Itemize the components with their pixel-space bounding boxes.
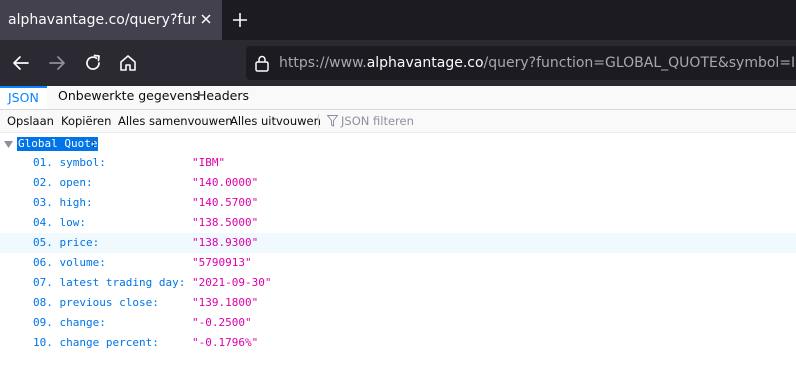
json-row[interactable]: 08. previous close: "139.1800" (0, 293, 796, 313)
json-row[interactable]: 07. latest trading day: "2021-09-30" (0, 273, 796, 293)
json-value: "-0.1796%" (192, 336, 259, 349)
json-key: 01. symbol: (33, 156, 106, 169)
tree-root-row[interactable]: Global Quote : (0, 136, 796, 152)
json-row[interactable]: 04. low: "138.5000" (0, 213, 796, 233)
json-filter-input[interactable]: JSON filteren (341, 113, 414, 129)
json-key: 05. price: (33, 236, 100, 249)
plus-icon[interactable] (230, 10, 250, 30)
browser-tab[interactable]: alphavantage.co/query?function=GLOBAL_QU… (0, 0, 222, 40)
lock-icon[interactable] (254, 54, 270, 72)
url-path: /query?function=GLOBAL_QUOTE&symbol=IBM&… (483, 55, 796, 71)
json-value: "138.5000" (192, 216, 259, 229)
close-icon[interactable] (199, 12, 213, 26)
json-row[interactable]: 02. open: "140.0000" (0, 173, 796, 193)
json-key: 09. change: (33, 316, 106, 329)
tab-strip: alphavantage.co/query?function=GLOBAL_QU… (0, 0, 796, 40)
url-scheme: https://www. (279, 55, 367, 71)
json-row[interactable]: 06. volume: "5790913" (0, 253, 796, 273)
json-row[interactable]: 05. price: "138.9300" (0, 233, 796, 253)
tab-json[interactable]: JSON (0, 86, 47, 109)
collapse-all-button[interactable]: Alles samenvouwen (118, 113, 232, 129)
save-button[interactable]: Opslaan (7, 113, 54, 129)
json-key: 06. volume: (33, 256, 106, 269)
json-key: 03. high: (33, 196, 93, 209)
url-text[interactable]: https://www.alphavantage.co/query?functi… (279, 54, 796, 72)
root-colon: : (90, 137, 97, 150)
expand-all-button[interactable]: Alles uitvouwen (230, 113, 321, 129)
json-value: "140.0000" (192, 176, 259, 189)
filter-icon (327, 115, 338, 127)
json-key: 02. open: (33, 176, 93, 189)
back-arrow-icon[interactable] (10, 52, 32, 74)
toolbar-divider (318, 114, 319, 128)
json-toolbar: Opslaan Kopiëren Alles samenvouwen Alles… (0, 110, 796, 133)
url-domain: alphavantage.co (366, 55, 484, 71)
json-row[interactable]: 09. change: "-0.2500" (0, 313, 796, 333)
tab-headers[interactable]: Headers (189, 86, 257, 109)
navigation-bar: https://www.alphavantage.co/query?functi… (0, 40, 796, 86)
json-value: "138.9300" (192, 236, 259, 249)
reload-icon[interactable] (82, 52, 104, 74)
tab-title: alphavantage.co/query?function=GLOBAL_QU… (8, 12, 196, 28)
json-value: "2021-09-30" (192, 276, 272, 289)
copy-button[interactable]: Kopiëren (61, 113, 111, 129)
root-key: Global Quote (17, 137, 99, 151)
json-viewer-tabs: JSON Onbewerkte gegevens Headers (0, 86, 796, 110)
expand-triangle-icon[interactable] (4, 141, 13, 148)
json-value: "139.1800" (192, 296, 259, 309)
json-row[interactable]: 01. symbol: "IBM" (0, 153, 796, 173)
json-value: "140.5700" (192, 196, 259, 209)
json-value: "-0.2500" (192, 316, 252, 329)
json-key: 08. previous close: (33, 296, 159, 309)
json-key: 04. low: (33, 216, 86, 229)
forward-arrow-icon[interactable] (46, 52, 68, 74)
json-value: "5790913" (192, 256, 252, 269)
home-icon[interactable] (117, 52, 139, 74)
tab-raw-data[interactable]: Onbewerkte gegevens (50, 86, 207, 109)
json-tree: Global Quote : 01. symbol: "IBM" 02. ope… (0, 133, 796, 388)
json-row[interactable]: 03. high: "140.5700" (0, 193, 796, 213)
json-key: 10. change percent: (33, 336, 159, 349)
json-value: "IBM" (192, 156, 226, 169)
json-row[interactable]: 10. change percent: "-0.1796%" (0, 333, 796, 353)
address-bar[interactable]: https://www.alphavantage.co/query?functi… (246, 46, 796, 80)
json-key: 07. latest trading day: (33, 276, 186, 289)
